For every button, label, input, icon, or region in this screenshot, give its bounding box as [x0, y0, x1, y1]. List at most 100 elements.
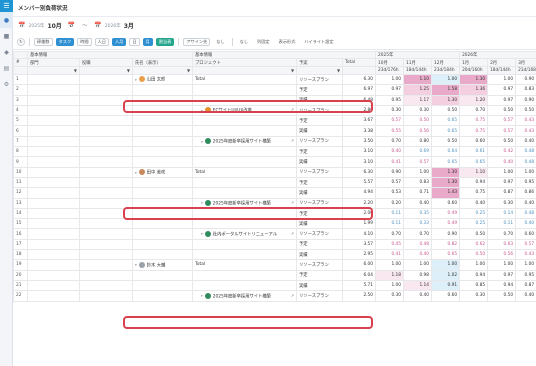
month-value: 0.94 [459, 269, 489, 281]
people-icon[interactable]: ● [0, 12, 13, 28]
toolbar-button-8[interactable]: 割当表 [155, 37, 175, 46]
toolbar-button-4[interactable]: 人日 [94, 37, 109, 46]
project-total-label: Total [195, 169, 206, 175]
month-value: 0.50 [459, 249, 489, 261]
month-value: 0.70 [487, 228, 517, 240]
load-table: 基本情報 基本情報 2025年 2026年 # 部門 役職 氏名（表示） プロジェクト 予実 Tot… [13, 51, 536, 302]
project-name[interactable]: 2025年度新卒採用サイト構築 [213, 294, 271, 299]
settings-icon[interactable]: ⚙ [0, 76, 13, 92]
total-value: 1.99 [342, 218, 377, 230]
plan-type: 予定 [296, 84, 344, 96]
expand-toggle-icon[interactable]: ▾ [201, 109, 203, 113]
role-cell [79, 176, 133, 189]
project-cell [192, 146, 298, 158]
external-link-icon[interactable]: ↗ [291, 293, 294, 298]
project-name[interactable]: 2025年度新卒採用サイト構築 [213, 201, 271, 206]
month-value: 0.83 [403, 176, 433, 189]
page-title: メンバー別負荷状況 [13, 0, 536, 17]
filter-icon[interactable]: ▼ [187, 68, 190, 73]
toolbar-button-7[interactable]: 月 [142, 37, 153, 46]
member-name[interactable]: 鈴木 大輔 [147, 263, 166, 268]
role-cell [79, 166, 133, 178]
toolbar-button-12[interactable]: 列固定 [254, 38, 273, 46]
header-month-4: 2月 [487, 58, 517, 67]
external-link-icon[interactable]: ↗ [291, 231, 294, 236]
toolbar-button-15[interactable] [340, 38, 346, 46]
org-icon[interactable]: ■ [0, 28, 13, 44]
project-name[interactable]: 社内ポータルサイトリニューアル [213, 232, 277, 237]
month-value: 0.97 [487, 269, 517, 281]
member-name[interactable]: 山田 太郎 [147, 78, 166, 83]
header-1: 部門 [27, 58, 80, 67]
toolbar-button-3[interactable]: 時間 [77, 37, 92, 46]
name-cell [131, 228, 194, 240]
member-name[interactable]: 田中 美咲 [147, 171, 166, 176]
table-row: 20 予定 6.04 1.18 0.98 1.02 0.94 0.97 0.95 [13, 269, 536, 281]
expand-toggle-icon[interactable]: ▾ [201, 140, 203, 144]
filter-icon[interactable]: ▼ [291, 68, 294, 73]
home-icon[interactable]: ☰ [0, 0, 13, 12]
external-link-icon[interactable]: ↗ [291, 200, 294, 205]
toolbar-button-13[interactable]: 表示形式 [276, 38, 299, 46]
toolbar-button-0[interactable]: ↻ [17, 37, 25, 46]
plan-type: 予定 [296, 207, 344, 220]
dept-cell [27, 207, 80, 220]
project-icon [204, 230, 211, 237]
expand-toggle-icon[interactable]: ▾ [135, 263, 137, 267]
toolbar-button-2[interactable]: タスク [55, 37, 75, 46]
name-cell [131, 187, 194, 199]
project-name[interactable]: ECサイトUI/UX改善 [213, 109, 252, 114]
external-link-icon[interactable]: ↗ [291, 138, 294, 143]
toolbar-button-10[interactable]: なし [213, 38, 227, 46]
expand-toggle-icon[interactable]: ▾ [135, 171, 137, 175]
project-name[interactable]: 2025年度新卒採用サイト構築 [213, 140, 271, 145]
name-cell [131, 238, 194, 251]
toolbar-button-6[interactable]: 日 [129, 37, 140, 46]
project-cell [192, 115, 298, 127]
expand-toggle-icon[interactable]: ▾ [201, 201, 203, 205]
total-value: 3.50 [342, 135, 377, 148]
toolbar-button-5[interactable]: 人月 [111, 37, 127, 46]
project-cell [192, 249, 298, 261]
to-month[interactable]: 3月 [124, 21, 134, 30]
month-value: 0.14 [487, 207, 517, 220]
dept-cell [27, 135, 80, 148]
from-year[interactable]: 2025年 [28, 23, 44, 29]
external-link-icon[interactable]: ↗ [291, 107, 294, 112]
project-total-label: Total [195, 262, 206, 268]
month-value: 0.48 [515, 207, 536, 220]
plan-type: リソースプラン [296, 166, 344, 178]
filter-icon[interactable]: ▼ [127, 68, 130, 73]
tree-icon[interactable]: ◆ [0, 44, 13, 60]
name-cell [131, 290, 194, 302]
filter-icon[interactable]: ▼ [337, 68, 340, 73]
expand-toggle-icon[interactable]: ▾ [201, 232, 203, 236]
name-cell [131, 146, 194, 158]
toolbar-button-14[interactable]: ハイライト設定 [301, 38, 336, 46]
avatar [138, 169, 145, 176]
to-year[interactable]: 2026年 [105, 23, 121, 29]
name-cell [131, 269, 194, 281]
tasks-icon[interactable]: ▤ [0, 60, 13, 76]
expand-toggle-icon[interactable]: ▾ [135, 78, 137, 82]
toolbar-button-9[interactable]: アサイン先 [183, 37, 211, 46]
month-value: 0.87 [515, 279, 536, 292]
expand-toggle-icon[interactable]: ▾ [201, 294, 203, 298]
role-cell [79, 94, 133, 106]
toolbar-separator [231, 37, 233, 46]
calendar-icon[interactable]: 📅 [68, 22, 75, 29]
month-value: 0.90 [375, 166, 405, 178]
row-index: 10 [13, 166, 28, 178]
month-value: 0.56 [403, 125, 433, 137]
filter-icon[interactable]: ▼ [74, 68, 77, 73]
month-value: 0.50 [487, 135, 517, 148]
calendar-icon[interactable]: 📅 [18, 22, 25, 29]
plan-type: 実績 [296, 279, 344, 292]
project-cell: Total [192, 166, 298, 178]
toolbar-button-1[interactable]: 稼働数 [34, 37, 53, 46]
toolbar-button-11[interactable]: なし [237, 38, 251, 46]
calendar-icon[interactable]: 📅 [94, 22, 101, 29]
header-row-groups: 基本情報 基本情報 2025年 2026年 [13, 51, 536, 59]
from-month[interactable]: 10月 [47, 21, 61, 30]
project-cell [192, 207, 298, 220]
